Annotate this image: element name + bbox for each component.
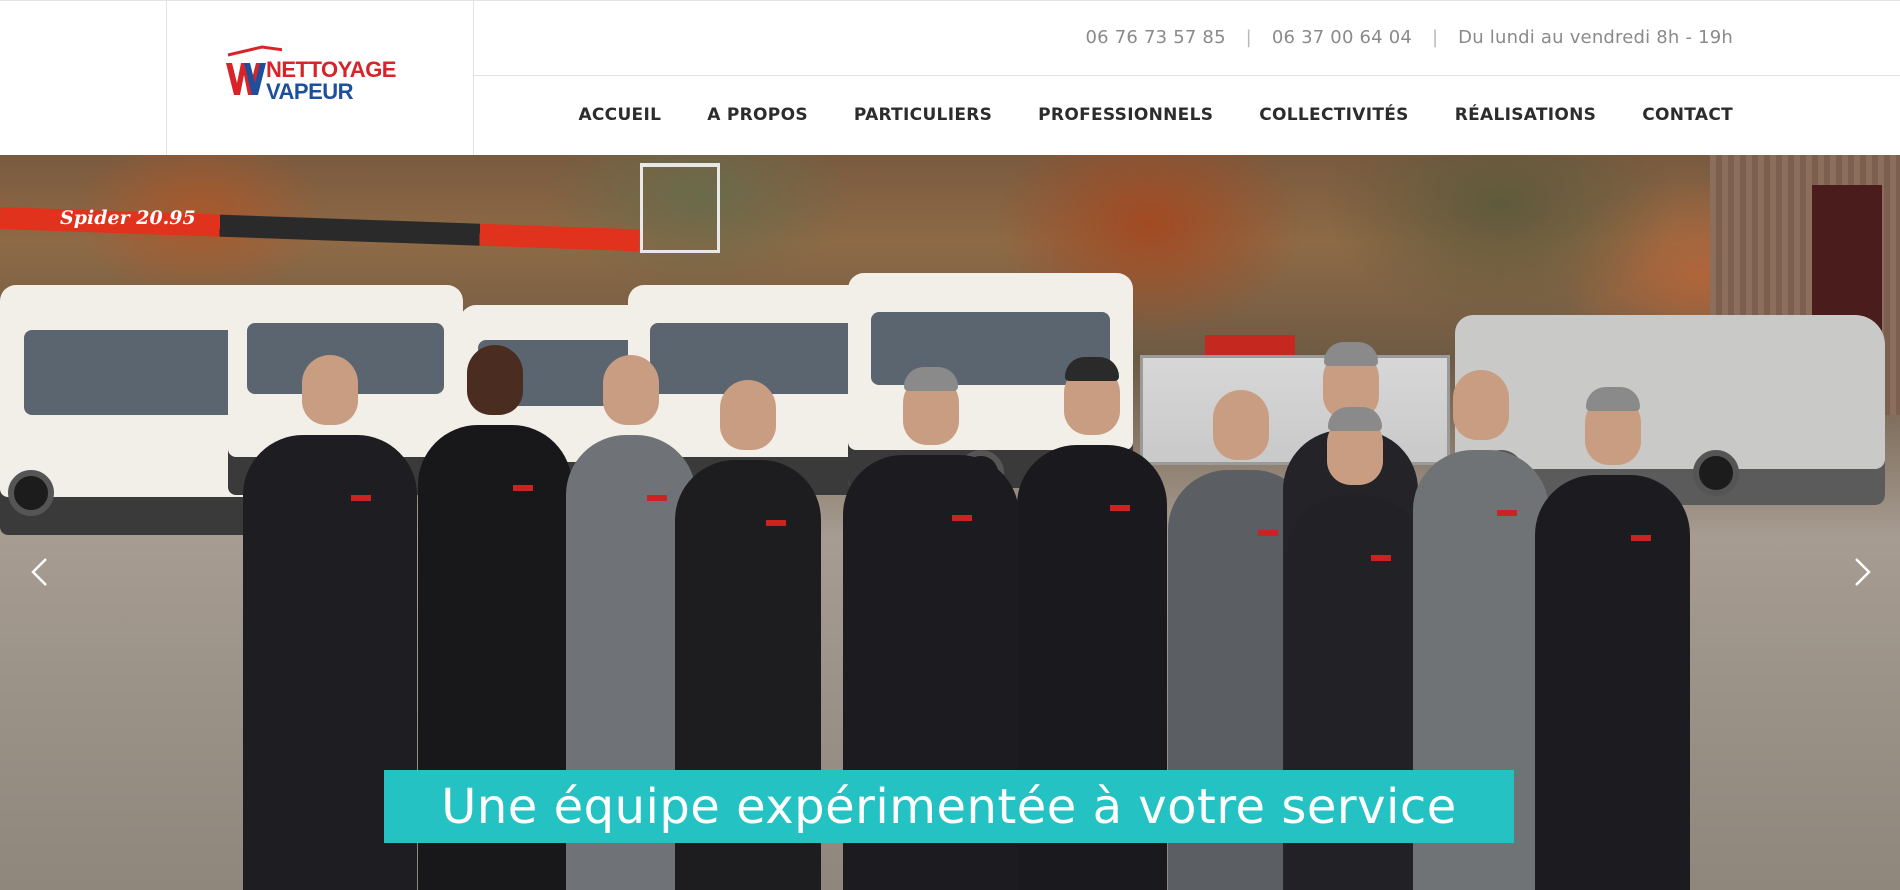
- head: [302, 355, 358, 425]
- jacket-logo: [952, 515, 973, 521]
- van-wheel: [8, 470, 54, 516]
- nav-item-realisations[interactable]: RÉALISATIONS: [1455, 105, 1597, 125]
- nav-item-particuliers[interactable]: PARTICULIERS: [854, 105, 992, 125]
- phone-2-link[interactable]: 06 37 00 64 04: [1272, 27, 1412, 48]
- cap: [904, 367, 958, 391]
- head: [467, 345, 523, 415]
- phone-1-link[interactable]: 06 76 73 57 85: [1086, 27, 1226, 48]
- head: [603, 355, 659, 425]
- slider-prev-button[interactable]: [24, 555, 58, 589]
- hero-slider: Spider 20.95 Une équipe expérimentée à v…: [0, 155, 1900, 890]
- site-header: NETTOYAGE VAPEUR 06 76 73 57 85 | 06 37 …: [0, 0, 1900, 156]
- team-member: [1535, 387, 1690, 890]
- site-logo[interactable]: NETTOYAGE VAPEUR: [222, 45, 422, 109]
- jacket-logo: [350, 495, 371, 501]
- logo-line-2: VAPEUR: [266, 79, 354, 104]
- jacket-logo: [1631, 535, 1652, 541]
- trailer: [1140, 355, 1450, 465]
- jacket-logo: [1371, 555, 1392, 561]
- nav-item-accueil[interactable]: ACCUEIL: [578, 105, 661, 125]
- jacket-logo: [1110, 505, 1130, 511]
- contact-info: 06 76 73 57 85 | 06 37 00 64 04 | Du lun…: [1086, 27, 1733, 48]
- contact-bar: 06 76 73 57 85 | 06 37 00 64 04 | Du lun…: [474, 1, 1900, 76]
- nav-item-professionnels[interactable]: PROFESSIONNELS: [1038, 105, 1213, 125]
- crane-basket: [640, 163, 720, 253]
- cap: [1065, 357, 1119, 381]
- main-nav: ACCUEIL A PROPOS PARTICULIERS PROFESSION…: [578, 105, 1733, 125]
- logo-cell: NETTOYAGE VAPEUR: [166, 1, 474, 156]
- opening-hours: Du lundi au vendredi 8h - 19h: [1458, 27, 1733, 48]
- cap: [1585, 387, 1640, 411]
- head: [1212, 390, 1269, 460]
- chevron-left-icon: [31, 558, 47, 586]
- head: [1453, 370, 1509, 440]
- hero-caption-text: Une équipe expérimentée à votre service: [441, 778, 1457, 835]
- logo-line-1: NETTOYAGE: [266, 57, 396, 82]
- separator: |: [1245, 27, 1252, 48]
- jacket-logo: [646, 495, 667, 501]
- jacket-logo: [1257, 530, 1278, 536]
- separator: |: [1431, 27, 1439, 48]
- cap: [1323, 342, 1378, 366]
- jacket-logo: [1497, 510, 1518, 516]
- chevron-right-icon: [1855, 558, 1871, 586]
- jacket-logo: [765, 520, 786, 526]
- crane-label: Spider 20.95: [60, 207, 196, 229]
- hero-caption: Une équipe expérimentée à votre service: [384, 770, 1514, 843]
- jacket-logo: [513, 485, 534, 491]
- nav-item-collectivites[interactable]: COLLECTIVITÉS: [1259, 105, 1408, 125]
- van-wheel: [1693, 450, 1739, 496]
- slider-next-button[interactable]: [1844, 555, 1878, 589]
- head: [720, 380, 776, 450]
- nav-item-contact[interactable]: CONTACT: [1642, 105, 1733, 125]
- cap: [1328, 407, 1382, 431]
- logo-text: NETTOYAGE VAPEUR: [266, 59, 396, 103]
- nav-item-a-propos[interactable]: A PROPOS: [707, 105, 808, 125]
